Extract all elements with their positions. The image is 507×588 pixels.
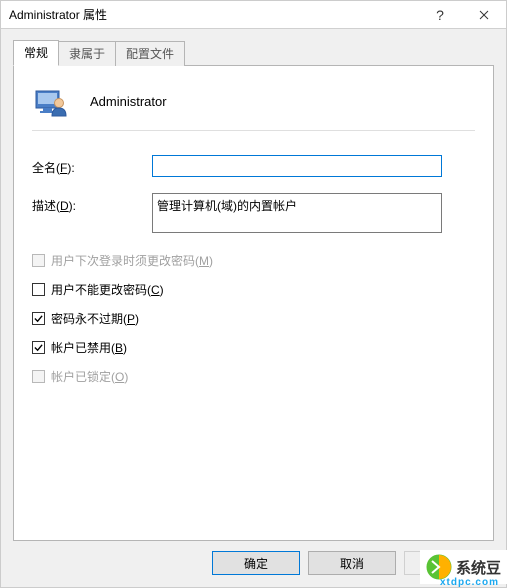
check-must-change-password: 用户下次登录时须更改密码(M): [32, 252, 475, 269]
apply-button: 应用(A): [404, 551, 492, 575]
description-label: 描述(D):: [32, 193, 152, 214]
check-icon: [34, 343, 43, 352]
checkbox-icon: [32, 312, 45, 325]
title-controls: ?: [418, 1, 506, 28]
dialog-footer: 确定 取消 应用(A): [1, 541, 506, 587]
tabstrip: 常规 隶属于 配置文件: [13, 41, 494, 66]
tab-profile[interactable]: 配置文件: [115, 41, 185, 66]
check-account-disabled[interactable]: 帐户已禁用(B): [32, 339, 475, 356]
description-row: 描述(D): 管理计算机(域)的内置帐户: [32, 193, 475, 236]
check-cannot-change-password[interactable]: 用户不能更改密码(C): [32, 281, 475, 298]
help-button[interactable]: ?: [418, 1, 462, 28]
tab-member-of[interactable]: 隶属于: [58, 41, 116, 66]
tab-general[interactable]: 常规: [13, 40, 59, 66]
checkbox-icon: [32, 283, 45, 296]
cancel-button[interactable]: 取消: [308, 551, 396, 575]
window-title: Administrator 属性: [9, 6, 418, 23]
properties-window: Administrator 属性 ? 常规 隶属于 配置文件: [0, 0, 507, 588]
checkbox-icon: [32, 254, 45, 267]
check-icon: [34, 314, 43, 323]
description-input[interactable]: 管理计算机(域)的内置帐户: [152, 193, 442, 233]
user-icon: [34, 84, 68, 118]
check-account-locked: 帐户已锁定(O): [32, 368, 475, 385]
close-button[interactable]: [462, 1, 506, 28]
user-header: Administrator: [32, 84, 475, 118]
user-display-name: Administrator: [90, 94, 167, 109]
checkbox-group: 用户下次登录时须更改密码(M) 用户不能更改密码(C) 密码永不过期(P) 帐户…: [32, 252, 475, 385]
header-divider: [32, 130, 475, 131]
checkbox-icon: [32, 341, 45, 354]
fullname-label: 全名(F):: [32, 155, 152, 176]
titlebar: Administrator 属性 ?: [1, 1, 506, 29]
fullname-input[interactable]: [152, 155, 442, 177]
fullname-row: 全名(F):: [32, 155, 475, 177]
ok-button[interactable]: 确定: [212, 551, 300, 575]
close-icon: [479, 10, 489, 20]
general-panel: Administrator 全名(F): 描述(D): 管理计算机(域)的内置帐…: [13, 66, 494, 541]
checkbox-icon: [32, 370, 45, 383]
check-password-never-expires[interactable]: 密码永不过期(P): [32, 310, 475, 327]
